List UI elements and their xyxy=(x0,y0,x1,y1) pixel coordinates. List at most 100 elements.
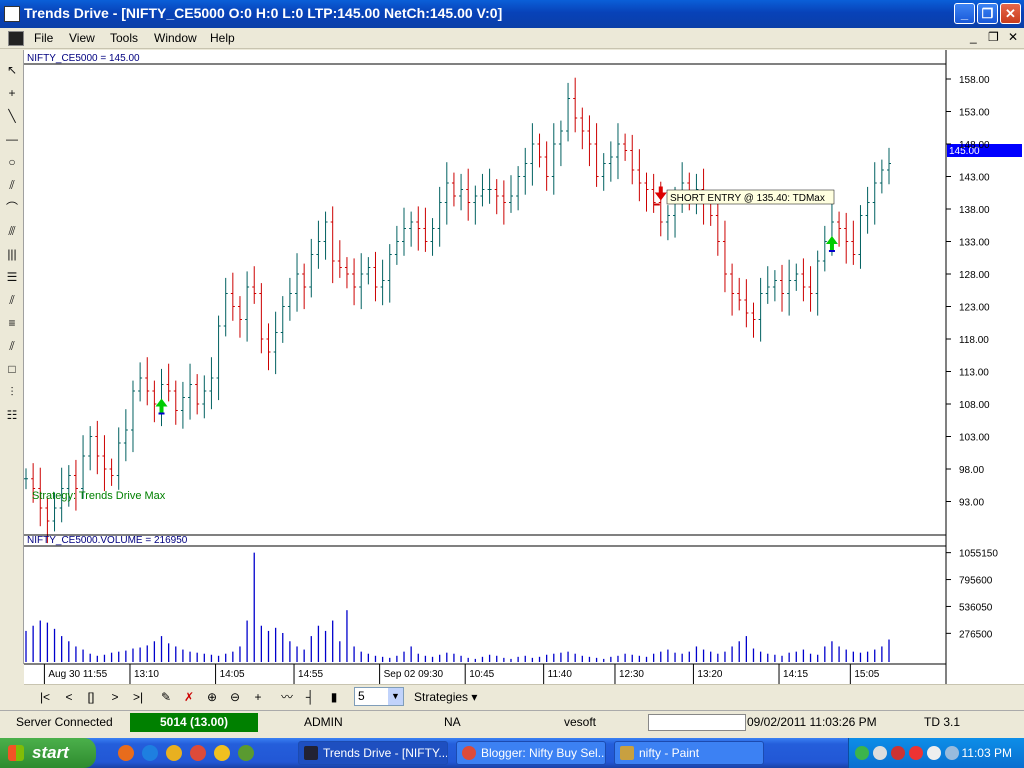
datetime-status: 09/02/2011 11:03:26 PM xyxy=(747,715,877,729)
price-series-label: NIFTY_CE5000 = 145.00 xyxy=(27,53,140,64)
media-icon[interactable] xyxy=(166,745,182,761)
next-bar-button[interactable]: > xyxy=(108,688,122,706)
close-button[interactable]: ✕ xyxy=(1000,3,1021,24)
strategies-menu[interactable]: Strategies ▾ xyxy=(414,688,484,706)
ie-icon[interactable] xyxy=(142,745,158,761)
vlines-tool-icon[interactable]: ||| xyxy=(4,246,20,262)
price-tick-label: 123.00 xyxy=(959,303,990,314)
line-tool-icon[interactable]: ╲ xyxy=(4,108,20,124)
price-tick-label: 158.00 xyxy=(959,75,990,86)
properties-icon[interactable]: ✎ xyxy=(158,688,174,706)
paint-task-icon xyxy=(620,746,634,760)
time-tick-label: 14:05 xyxy=(220,669,245,680)
price-tick-label: 108.00 xyxy=(959,400,990,411)
window-title: Trends Drive - [NIFTY_CE5000 O:0 H:0 L:0… xyxy=(24,5,503,21)
fit-all-button[interactable]: [] xyxy=(84,688,98,706)
fan-tool-icon[interactable]: ⫽ xyxy=(4,177,20,193)
arc-tool-icon[interactable]: ⌒ xyxy=(4,200,20,216)
price-tick-label: 138.00 xyxy=(959,205,990,216)
time-tick-label: 13:10 xyxy=(134,669,159,680)
na-status: NA xyxy=(444,715,461,729)
menu-tools[interactable]: Tools xyxy=(110,31,138,45)
price-tick-label: 143.00 xyxy=(959,173,990,184)
tray-shield-icon[interactable] xyxy=(891,746,905,760)
candle-chart-icon[interactable]: ▮ xyxy=(326,688,342,706)
version-label: TD 3.1 xyxy=(924,715,961,729)
retracement-tool-icon[interactable]: ≡ xyxy=(4,315,20,331)
menu-help[interactable]: Help xyxy=(210,31,235,45)
period-value: 5 xyxy=(358,689,365,703)
menu-window[interactable]: Window xyxy=(154,31,197,45)
start-label: start xyxy=(32,743,69,762)
menu-file[interactable]: File xyxy=(34,31,53,45)
crosshair-tool-icon[interactable]: + xyxy=(4,85,20,101)
volume-tick-label: 536050 xyxy=(959,602,993,613)
volume-tick-label: 276500 xyxy=(959,629,993,640)
channel-tool-icon[interactable]: ⫻ xyxy=(4,223,20,239)
prev-bar-button[interactable]: < xyxy=(62,688,76,706)
price-tick-label: 133.00 xyxy=(959,238,990,249)
mdi-close-icon[interactable]: ✕ xyxy=(1008,30,1018,44)
time-tick-label: 12:30 xyxy=(619,669,644,680)
volume-icon[interactable] xyxy=(945,746,959,760)
time-tick-label: Sep 02 09:30 xyxy=(384,669,444,680)
folder-icon[interactable] xyxy=(214,745,230,761)
buy-marker xyxy=(158,412,165,415)
task-trends-drive[interactable]: Trends Drive - [NIFTY... xyxy=(298,741,448,765)
volume-tick-label: 1055150 xyxy=(959,549,998,560)
gann-tool-icon[interactable]: ⫽ xyxy=(4,292,20,308)
user-name: ADMIN xyxy=(304,715,343,729)
ellipse-tool-icon[interactable]: ○ xyxy=(4,154,20,170)
first-bar-button[interactable]: |< xyxy=(38,688,52,706)
chevron-down-icon[interactable]: ▼ xyxy=(388,688,403,705)
period-select[interactable]: 5 ▼ xyxy=(354,687,404,706)
task-blogger[interactable]: Blogger: Nifty Buy Sel... xyxy=(456,741,606,765)
rectangle-tool-icon[interactable]: □ xyxy=(4,361,20,377)
pitchfork-tool-icon[interactable]: ⫽ xyxy=(4,338,20,354)
add-icon[interactable]: + xyxy=(250,688,266,706)
cycle-tool-icon[interactable]: ⫶ xyxy=(4,384,20,400)
last-bar-button[interactable]: >| xyxy=(130,688,146,706)
mdi-restore-icon[interactable]: ❐ xyxy=(988,30,999,44)
opera-icon[interactable] xyxy=(909,746,923,760)
title-bar: Trends Drive - [NIFTY_CE5000 O:0 H:0 L:0… xyxy=(0,0,1024,28)
price-tick-label: 148.00 xyxy=(959,140,990,151)
start-button[interactable]: start xyxy=(0,738,96,768)
chrome-icon[interactable] xyxy=(190,745,206,761)
clock: 11:03 PM xyxy=(961,746,1012,760)
delete-icon[interactable]: ✗ xyxy=(181,688,197,706)
chart-panel: NIFTY_CE5000 = 145.00 NIFTY_CE5000.VOLUM… xyxy=(24,50,1024,684)
bar-chart-icon[interactable]: ┤ xyxy=(302,688,318,706)
time-tick-label: 14:55 xyxy=(298,669,323,680)
menu-view[interactable]: View xyxy=(69,31,95,45)
mdi-minimize-icon[interactable]: _ xyxy=(970,30,977,44)
firefox-icon[interactable] xyxy=(118,745,134,761)
time-tick-label: 14:15 xyxy=(783,669,808,680)
time-tick-label: 10:45 xyxy=(469,669,494,680)
zoom-in-icon[interactable]: ⊕ xyxy=(204,688,220,706)
network-icon[interactable] xyxy=(927,746,941,760)
document-icon[interactable] xyxy=(8,31,24,46)
tray-app-icon[interactable] xyxy=(873,746,887,760)
maximize-button[interactable]: ❐ xyxy=(977,3,998,24)
task-paint[interactable]: nifty - Paint xyxy=(614,741,764,765)
windows-logo-icon xyxy=(8,745,24,761)
minimize-button[interactable]: _ xyxy=(954,3,975,24)
line-chart-icon[interactable]: 〰 xyxy=(278,688,296,706)
utorrent-icon[interactable] xyxy=(855,746,869,760)
drawing-toolbar: ↖ + ╲ — ○ ⫽ ⌒ ⫻ ||| ☰ ⫽ ≡ ⫽ □ ⫶ ☷ xyxy=(0,50,24,664)
app-icon xyxy=(4,6,20,22)
time-tick-label: 15:05 xyxy=(854,669,879,680)
price-tick-label: 113.00 xyxy=(959,368,989,379)
app-quicklaunch-icon[interactable] xyxy=(238,745,254,761)
pointer-tool-icon[interactable]: ↖ xyxy=(4,62,20,78)
hline-tool-icon[interactable]: — xyxy=(4,131,20,147)
timezone-tool-icon[interactable]: ☷ xyxy=(4,407,20,423)
buy-marker xyxy=(828,250,835,252)
chrome-task-icon xyxy=(462,746,476,760)
fib-tool-icon[interactable]: ☰ xyxy=(4,269,20,285)
status-bar: Server Connected 5014 (13.00) ADMIN NA v… xyxy=(0,710,1024,734)
zoom-out-icon[interactable]: ⊖ xyxy=(227,688,243,706)
price-tick-label: 128.00 xyxy=(959,270,990,281)
sell-marker xyxy=(653,203,660,206)
